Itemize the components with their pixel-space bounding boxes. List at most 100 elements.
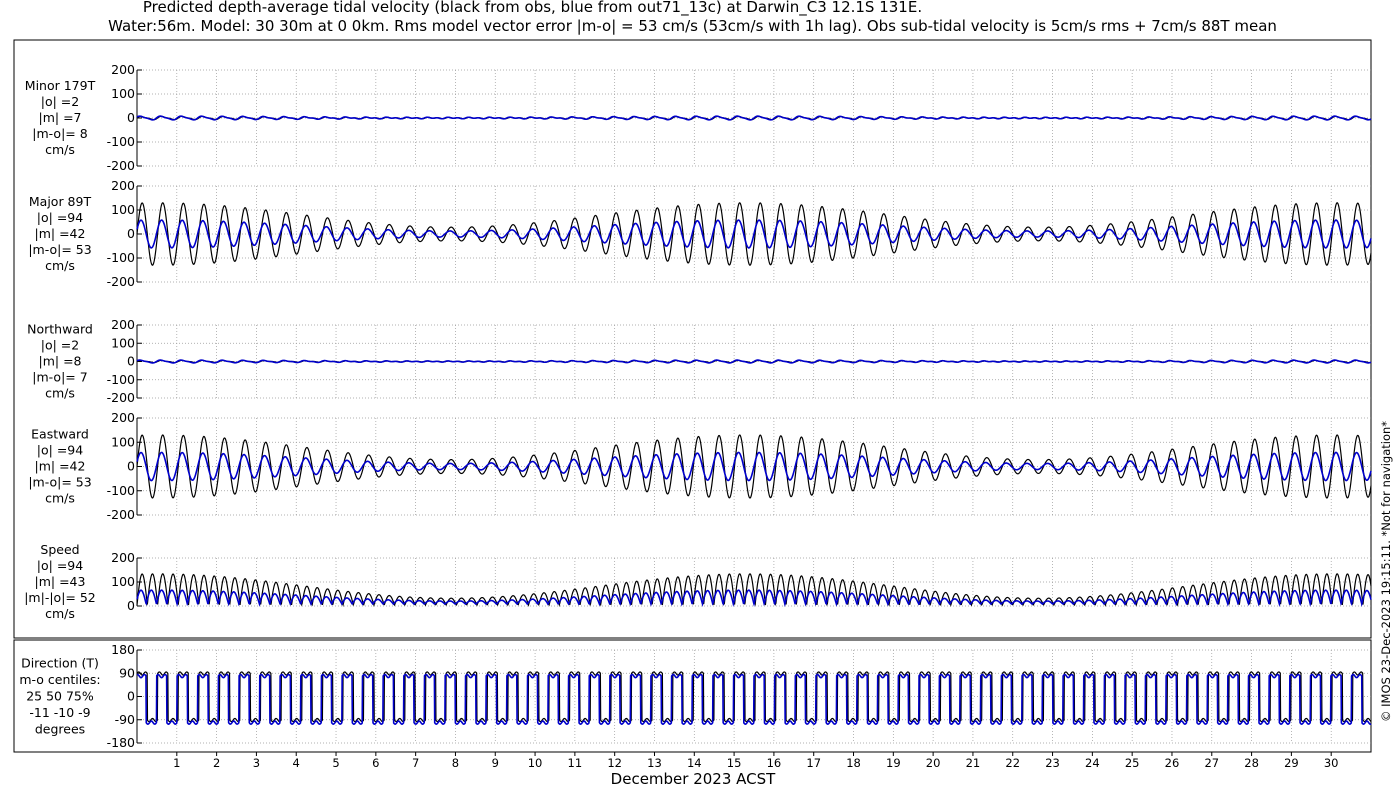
y-tick-label: -200	[107, 158, 135, 173]
y-tick-label: 0	[127, 226, 135, 241]
y-tick-label: 90	[119, 665, 135, 680]
y-tick-label: 100	[111, 574, 135, 589]
x-tick-label: 11	[568, 756, 583, 770]
panel-label-line: |m| =8	[39, 354, 82, 369]
y-tick-label: 100	[111, 434, 135, 449]
y-tick-label: 0	[127, 459, 135, 474]
panel-label-line: cm/s	[45, 491, 75, 506]
panel-label-line: Major 89T	[29, 194, 92, 209]
panel-label-line: |o| =94	[37, 443, 83, 458]
panel-label-line: |o| =94	[37, 558, 83, 573]
x-axis: 1 2 3 4 5 6 7 8 9 10 11 12 13 14 15 16 17 18 19 20 21 22 23 24 2…	[173, 752, 1339, 770]
x-tick-label: 30	[1324, 756, 1339, 770]
y-tick-label: 0	[127, 354, 135, 369]
panel-label-line: |m| =43	[35, 574, 86, 589]
x-tick-label: 13	[647, 756, 662, 770]
x-tick-label: 12	[607, 756, 622, 770]
panel-label-line: |o| =2	[41, 338, 79, 353]
y-tick-label: -200	[107, 390, 135, 405]
x-tick-label: 27	[1204, 756, 1219, 770]
panel-speed: 200 100 0 Speed|o| =94|m| =43|m|-|o|= 52cm/…	[24, 542, 1372, 621]
y-tick-label: 200	[111, 62, 135, 77]
x-tick-label: 5	[332, 756, 339, 770]
x-tick-label: 15	[727, 756, 742, 770]
x-tick-label: 28	[1244, 756, 1259, 770]
panel-label-line: Eastward	[31, 427, 89, 442]
x-tick-label: 18	[846, 756, 861, 770]
y-tick-label: -180	[107, 735, 135, 750]
y-tick-label: -100	[107, 483, 135, 498]
y-tick-label: -100	[107, 250, 135, 265]
panel-frame-0	[13, 39, 1372, 639]
x-tick-label: 26	[1165, 756, 1180, 770]
x-axis-label: December 2023 ACST	[611, 770, 776, 788]
panel-direction: 180 90 0 -90 -180 Direction (T)m-o centiles: 2…	[19, 642, 1372, 750]
panel-eastward: 200 100 0 -100 -200 Eastward|o| =94|m| =42|m-…	[28, 410, 1372, 522]
panel-label-line: |m-o|= 7	[32, 370, 87, 385]
x-tick-label: 22	[1005, 756, 1020, 770]
x-tick-label: 24	[1085, 756, 1100, 770]
y-tick-label: -90	[115, 712, 135, 727]
y-tick-label: -100	[107, 372, 135, 387]
y-tick-label: 100	[111, 86, 135, 101]
panel-label-line: Speed	[40, 542, 79, 557]
panel-label-line: cm/s	[45, 142, 75, 157]
y-tick-label: 100	[111, 202, 135, 217]
x-tick-label: 20	[926, 756, 941, 770]
y-tick-label: 0	[127, 689, 135, 704]
x-tick-label: 10	[528, 756, 543, 770]
panel-label-line: 25 50 75%	[26, 689, 94, 704]
panel-label-line: Direction (T)	[21, 656, 99, 671]
panel-label-line: m-o centiles:	[19, 672, 100, 687]
panel-label-line: cm/s	[45, 386, 75, 401]
panel-label-line: degrees	[35, 722, 85, 737]
x-tick-label: 19	[886, 756, 901, 770]
y-tick-label: -200	[107, 274, 135, 289]
y-tick-label: 200	[111, 410, 135, 425]
x-tick-label: 21	[966, 756, 981, 770]
panel-minor: 200 100 0 -100 -200 Minor 179T|o| =2|m| =7|m-…	[25, 62, 1372, 173]
x-tick-label: 3	[253, 756, 260, 770]
x-tick-label: 23	[1045, 756, 1060, 770]
x-tick-label: 2	[213, 756, 220, 770]
y-tick-label: 200	[111, 178, 135, 193]
panel-label-line: -11 -10 -9	[29, 705, 90, 720]
panel-label-line: cm/s	[45, 258, 75, 273]
y-tick-label: 0	[127, 110, 135, 125]
y-tick-label: 100	[111, 335, 135, 350]
x-tick-label: 16	[767, 756, 782, 770]
y-tick-label: 200	[111, 550, 135, 565]
x-tick-label: 9	[492, 756, 499, 770]
y-tick-label: 200	[111, 317, 135, 332]
tidal-velocity-figure: 2001000-100-200Minor 179T|o| =2|m| =7|m-…	[13, 39, 1393, 788]
panel-label-line: |m|-|o|= 52	[24, 590, 96, 605]
panel-label-line: Minor 179T	[25, 78, 96, 93]
panel-northward: 200 100 0 -100 -200 Northward|o| =2|m| =8|m-o…	[27, 317, 1372, 405]
x-tick-label: 14	[687, 756, 702, 770]
panel-label-line: cm/s	[45, 606, 75, 621]
panel-label-line: |o| =94	[37, 210, 83, 225]
x-tick-label: 8	[452, 756, 459, 770]
panel-major: 200 100 0 -100 -200 Major 89T|o| =94|m| =42|m…	[28, 178, 1372, 289]
x-tick-label: 29	[1284, 756, 1299, 770]
x-tick-label: 6	[372, 756, 379, 770]
panel-label-line: |m-o|= 8	[32, 126, 87, 141]
y-tick-label: -100	[107, 134, 135, 149]
panel-label-line: |o| =2	[41, 94, 79, 109]
x-tick-label: 25	[1125, 756, 1140, 770]
y-tick-label: 0	[127, 598, 135, 613]
panel-label-line: |m| =42	[35, 226, 86, 241]
y-tick-label: -200	[107, 507, 135, 522]
x-tick-label: 4	[293, 756, 300, 770]
panel-label-line: |m| =42	[35, 459, 86, 474]
panel-label-line: |m-o|= 53	[28, 475, 91, 490]
panel-label-line: |m-o|= 53	[28, 242, 91, 257]
panel-label-line: Northward	[27, 322, 93, 337]
y-tick-label: 180	[111, 642, 135, 657]
copyright-notice: © IMOS 23-Dec-2023 19:15:11. *Not for na…	[1379, 421, 1393, 722]
panels-layer: 2001000-100-200Minor 179T|o| =2|m| =7|m-…	[13, 39, 1372, 770]
x-tick-label: 17	[806, 756, 821, 770]
panel-label-line: |m| =7	[39, 110, 82, 125]
x-tick-label: 1	[173, 756, 180, 770]
x-tick-label: 7	[412, 756, 419, 770]
